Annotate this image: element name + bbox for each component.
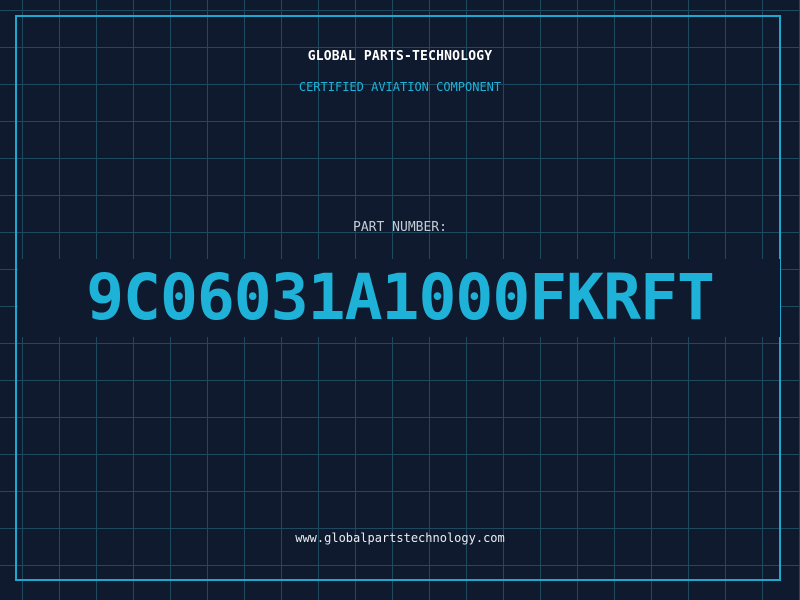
label-canvas: GLOBAL PARTS-TECHNOLOGY CERTIFIED AVIATI…	[0, 0, 800, 600]
company-name: GLOBAL PARTS-TECHNOLOGY	[307, 49, 493, 64]
website-link[interactable]: www.globalpartstechnology.com	[0, 531, 800, 545]
part-number-value: 9C06031A1000FKRFT	[86, 261, 715, 334]
part-number-label: PART NUMBER:	[353, 220, 447, 235]
certification-subtitle: CERTIFIED AVIATION COMPONENT	[298, 80, 502, 94]
